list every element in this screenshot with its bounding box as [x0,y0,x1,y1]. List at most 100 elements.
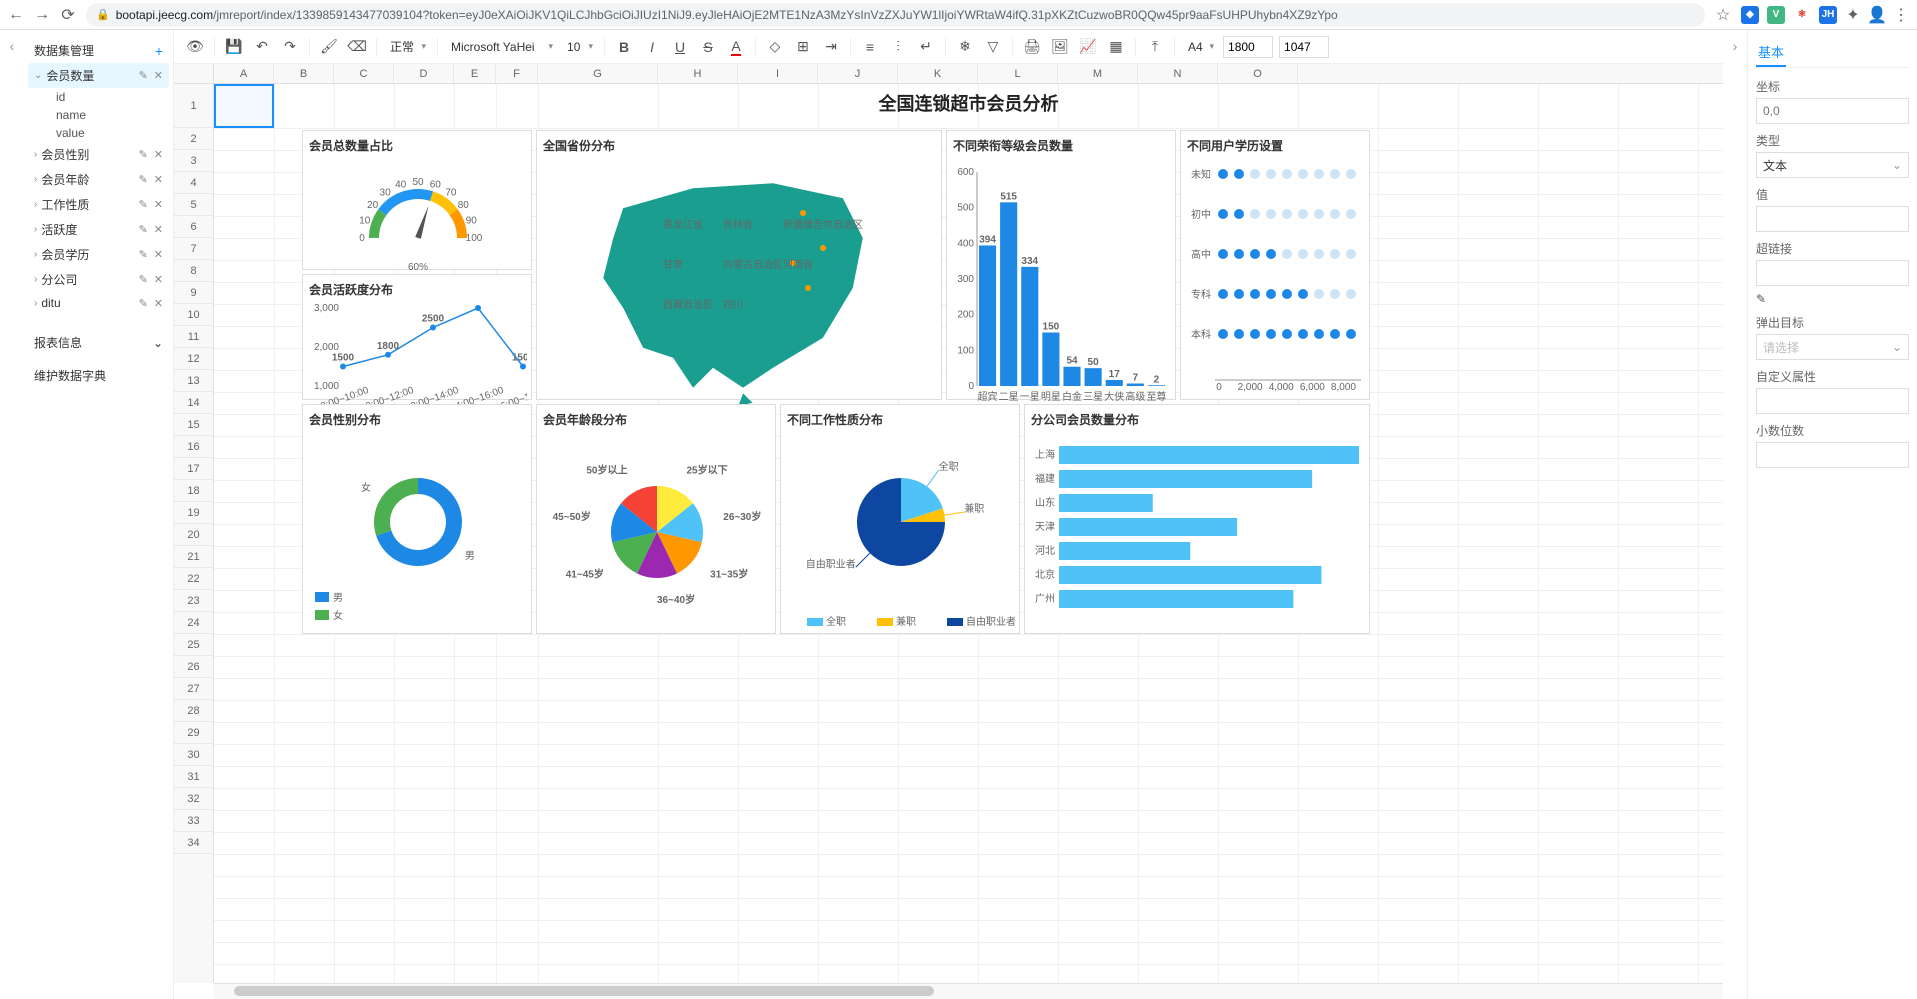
filter-icon[interactable]: ▽ [982,36,1004,58]
preview-icon[interactable]: 👁 [184,36,206,58]
collapse-left-icon[interactable]: ‹ [0,30,24,999]
row-header[interactable]: 7 [174,238,213,260]
delete-icon[interactable]: ✕ [154,248,163,261]
col-header[interactable]: H [658,64,738,83]
star-icon[interactable]: ☆ [1715,7,1731,23]
col-header[interactable]: L [978,64,1058,83]
page-size-select[interactable]: A4 [1183,36,1217,58]
delete-icon[interactable]: ✕ [154,273,163,286]
add-dataset-icon[interactable]: + [155,43,163,59]
undo-icon[interactable]: ↶ [251,36,273,58]
target-select[interactable]: 请选择 [1756,334,1909,360]
delete-icon[interactable]: ✕ [154,173,163,186]
col-header[interactable]: G [538,64,658,83]
custom-input[interactable] [1756,388,1909,414]
grid-corner[interactable] [174,64,214,84]
dict-link[interactable]: 维护数据字典 [28,359,169,392]
format-select[interactable]: 正常 [385,36,429,58]
row-header[interactable]: 29 [174,722,213,744]
col-header[interactable]: K [898,64,978,83]
row-header[interactable]: 1 [174,84,213,128]
border-icon[interactable]: ⊞ [792,36,814,58]
save-icon[interactable]: 💾 [223,36,245,58]
col-header[interactable]: C [334,64,394,83]
chart-gender[interactable]: 会员性别分布 男女男女 [302,404,532,634]
col-header[interactable]: F [496,64,538,83]
row-header[interactable]: 33 [174,810,213,832]
chart-province[interactable]: 全国省份分布 黑龙江省吉林省新疆维吾尔自治区甘肃内蒙古自治区河南省西藏自治区四川 [536,130,942,400]
chart-active[interactable]: 会员活跃度分布 1,0002,0003,000150008:00~10:0018… [302,274,532,400]
align-h-icon[interactable]: ≡ [859,36,881,58]
coord-input[interactable] [1756,98,1909,124]
row-header[interactable]: 22 [174,568,213,590]
page-width-input[interactable] [1223,36,1273,58]
edit-icon[interactable]: ✎ [139,297,148,310]
row-header[interactable]: 25 [174,634,213,656]
merge-icon[interactable]: ⇥ [820,36,842,58]
type-select[interactable]: 文本 [1756,152,1909,178]
dataset-item[interactable]: ›会员学历✎✕ [28,242,169,267]
back-icon[interactable]: ← [8,7,24,23]
font-select[interactable]: Microsoft YaHei [446,36,556,58]
dataset-field[interactable]: name [28,106,169,124]
dataset-item-selected[interactable]: ⌄会员数量 ✎✕ [28,63,169,88]
align-v-icon[interactable]: ⫶ [887,36,909,58]
dataset-item[interactable]: ›会员性别✎✕ [28,142,169,167]
ext-icon[interactable]: JH [1819,6,1837,24]
bold-icon[interactable]: B [613,36,635,58]
value-input[interactable] [1756,206,1909,232]
row-header[interactable]: 24 [174,612,213,634]
report-info-header[interactable]: 报表信息⌄ [28,326,169,359]
row-header[interactable]: 26 [174,656,213,678]
delete-icon[interactable]: ✕ [154,148,163,161]
delete-icon[interactable]: ✕ [154,223,163,236]
collapse-right-icon[interactable]: › [1723,30,1747,999]
freeze-icon[interactable]: ❄ [954,36,976,58]
row-header[interactable]: 19 [174,502,213,524]
row-header[interactable]: 18 [174,480,213,502]
row-header[interactable]: 13 [174,370,213,392]
col-header[interactable]: J [818,64,898,83]
wrap-icon[interactable]: ↵ [915,36,937,58]
chart-branch[interactable]: 分公司会员数量分布 上海福建山东天津河北北京广州 [1024,404,1370,634]
decimal-input[interactable] [1756,442,1909,468]
row-header[interactable]: 21 [174,546,213,568]
clear-format-icon[interactable]: ⌫ [346,36,368,58]
row-header[interactable]: 2 [174,128,213,150]
dataset-field[interactable]: value [28,124,169,142]
edit-link-icon[interactable]: ✎ [1756,292,1909,306]
spreadsheet-grid[interactable]: ABCDEFGHIJKLMNO 123456789101112131415161… [174,64,1723,999]
fill-color-icon[interactable]: ◇ [764,36,786,58]
row-header[interactable]: 28 [174,700,213,722]
dataset-item[interactable]: ›工作性质✎✕ [28,192,169,217]
chart-level[interactable]: 不同荣衔等级会员数量 0100200300400500600394超宾515二星… [946,130,1176,400]
col-header[interactable]: D [394,64,454,83]
image-icon[interactable]: 🖼 [1049,36,1071,58]
edit-icon[interactable]: ✎ [139,248,148,261]
delete-icon[interactable]: ✕ [154,198,163,211]
edit-icon[interactable]: ✎ [139,69,148,82]
row-header[interactable]: 27 [174,678,213,700]
row-header[interactable]: 3 [174,150,213,172]
row-header[interactable]: 9 [174,282,213,304]
redo-icon[interactable]: ↷ [279,36,301,58]
col-header[interactable]: I [738,64,818,83]
delete-icon[interactable]: ✕ [154,69,163,82]
dataset-field[interactable]: id [28,88,169,106]
row-header[interactable]: 30 [174,744,213,766]
upload-icon[interactable]: ⤒ [1144,36,1166,58]
print-icon[interactable]: 🖨 [1021,36,1043,58]
edit-icon[interactable]: ✎ [139,148,148,161]
chart-icon[interactable]: 📈 [1077,36,1099,58]
ext-icon[interactable]: ◆ [1741,6,1759,24]
col-header[interactable]: N [1138,64,1218,83]
col-header[interactable]: B [274,64,334,83]
edit-icon[interactable]: ✎ [139,198,148,211]
edit-icon[interactable]: ✎ [139,273,148,286]
row-header[interactable]: 31 [174,766,213,788]
col-header[interactable]: A [214,64,274,83]
edit-icon[interactable]: ✎ [139,173,148,186]
dataset-item[interactable]: ›分公司✎✕ [28,267,169,292]
col-header[interactable]: M [1058,64,1138,83]
row-header[interactable]: 32 [174,788,213,810]
